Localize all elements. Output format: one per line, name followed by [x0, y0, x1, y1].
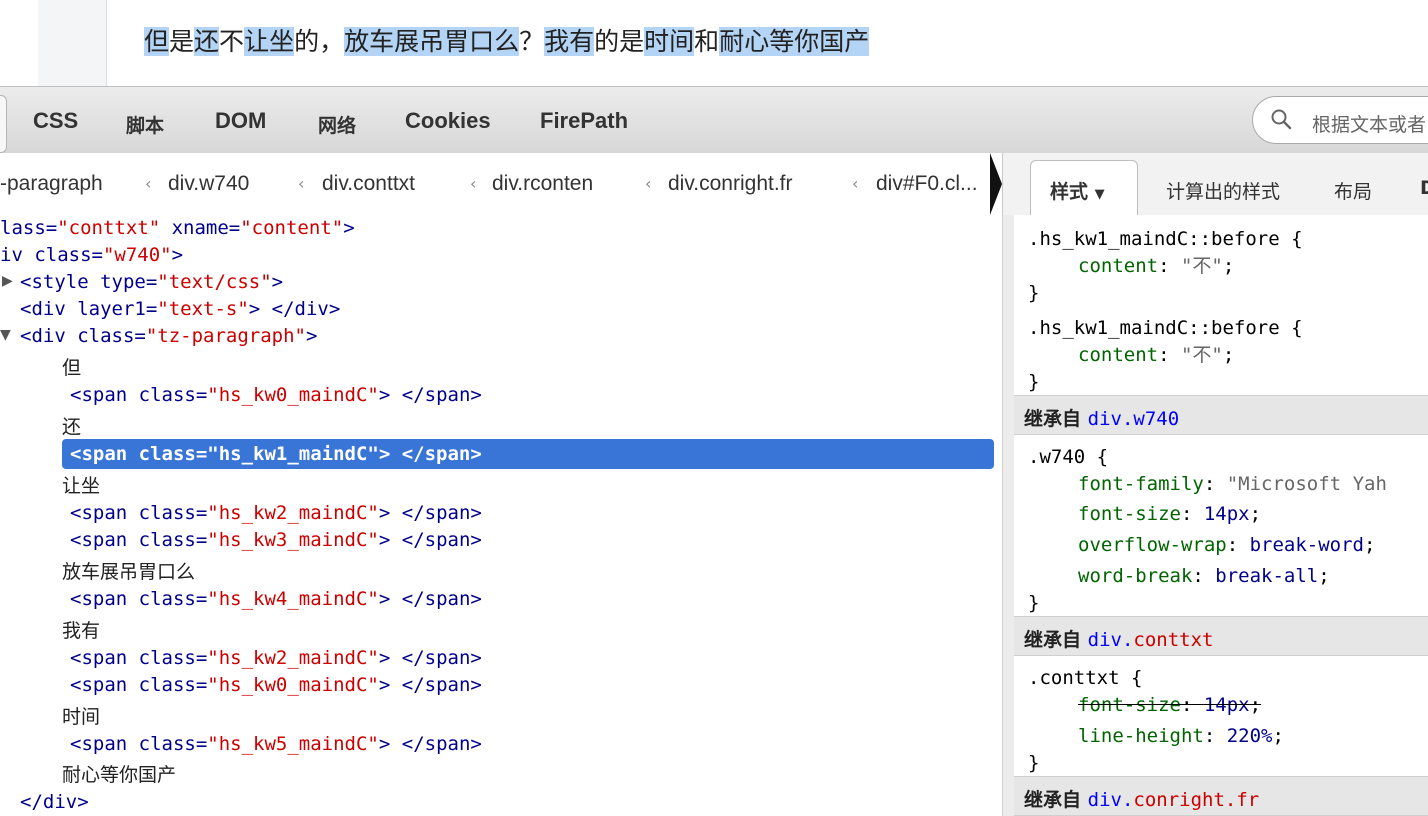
- breadcrumb-item[interactable]: div.conright.fr: [668, 172, 793, 196]
- breadcrumb-item[interactable]: div.w740: [168, 172, 249, 196]
- css-close: }: [1028, 752, 1040, 774]
- css-property[interactable]: line-height: 220%;: [1078, 724, 1284, 748]
- css-property[interactable]: content: "不";: [1078, 254, 1234, 278]
- highlighted-text: 还: [194, 27, 220, 56]
- tree-text-node[interactable]: 但: [62, 356, 81, 380]
- css-close: }: [1028, 371, 1040, 393]
- css-property[interactable]: content: "不";: [1078, 343, 1234, 367]
- tree-text-node[interactable]: 让坐: [62, 474, 100, 498]
- tab-styles-label: 样式 ▼: [1050, 181, 1105, 203]
- tab-dom[interactable]: DOM: [215, 108, 266, 134]
- inherited-header: 继承自 div.conright.fr: [1014, 776, 1428, 816]
- search-icon: [1271, 109, 1292, 130]
- tree-node[interactable]: <span class="hs_kw2_maindC"> </span>: [70, 646, 482, 670]
- paragraph-segment: 不: [219, 27, 245, 56]
- inherited-link[interactable]: div.conright.fr: [1088, 789, 1260, 811]
- paragraph-segment: 的，: [294, 27, 345, 56]
- css-selector[interactable]: .conttxt {: [1028, 666, 1142, 690]
- paragraph-segment: ？: [519, 27, 545, 56]
- chevron-down-icon: ▼: [1094, 187, 1105, 202]
- tree-node[interactable]: lass="conttxt" xname="content">: [0, 216, 355, 240]
- css-close: }: [1028, 592, 1040, 614]
- css-selector[interactable]: .hs_kw1_maindC::before {: [1028, 227, 1303, 251]
- highlighted-text: 我有: [544, 27, 595, 56]
- tree-text-node[interactable]: 耐心等你国产: [62, 763, 176, 787]
- highlighted-text: 耐心等你国产: [719, 27, 870, 56]
- tree-node[interactable]: <style type="text/css">: [20, 270, 283, 294]
- paragraph-segment: 和: [694, 27, 720, 56]
- tab-computed[interactable]: 计算出的样式: [1166, 177, 1280, 204]
- inherited-link[interactable]: div.w740: [1088, 408, 1180, 430]
- tree-node[interactable]: <div class="tz-paragraph">: [20, 324, 317, 348]
- css-selector[interactable]: .w740 {: [1028, 445, 1108, 469]
- css-selector[interactable]: .hs_kw1_maindC::before {: [1028, 316, 1303, 340]
- inherited-header: 继承自 div.conttxt: [1014, 616, 1428, 656]
- highlighted-text: 放车展吊胃口么: [344, 27, 520, 56]
- paragraph-segment: 的是: [594, 27, 645, 56]
- paragraph-text: 但是还不让坐的，放车展吊胃口么？我有的是时间和耐心等你国产: [144, 22, 870, 62]
- page-content: 但是还不让坐的，放车展吊胃口么？我有的是时间和耐心等你国产: [0, 0, 1428, 86]
- expand-arrow-icon[interactable]: ▶: [2, 273, 13, 289]
- highlighted-text: 让坐: [244, 27, 295, 56]
- tab-css[interactable]: CSS: [33, 108, 78, 134]
- scroll-right-icon[interactable]: [990, 153, 1002, 215]
- css-close: }: [1028, 282, 1040, 304]
- tree-text-node[interactable]: 我有: [62, 619, 100, 643]
- css-property[interactable]: word-break: break-all;: [1078, 564, 1330, 588]
- tree-node[interactable]: <span class="hs_kw3_maindC"> </span>: [70, 528, 482, 552]
- breadcrumb-item[interactable]: div#F0.cl...: [876, 172, 978, 196]
- breadcrumb-item[interactable]: -paragraph: [0, 172, 103, 196]
- tab-net[interactable]: 网络: [318, 111, 356, 138]
- chevron-left-icon: ‹: [645, 174, 652, 193]
- collapse-arrow-icon[interactable]: ▼: [0, 327, 11, 343]
- chevron-left-icon: ‹: [298, 174, 305, 193]
- page-gutter: [38, 0, 107, 86]
- tree-text-node[interactable]: 放车展吊胃口么: [62, 560, 195, 584]
- tab-script[interactable]: 脚本: [126, 111, 164, 138]
- inherited-header: 继承自 div.w740: [1014, 395, 1428, 435]
- highlighted-text: 时间: [644, 27, 695, 56]
- tree-text-node[interactable]: 还: [62, 415, 81, 439]
- css-property[interactable]: font-family: "Microsoft Yah: [1078, 472, 1387, 496]
- tree-node-close[interactable]: </div>: [20, 790, 89, 814]
- inherited-link[interactable]: div.conttxt: [1088, 629, 1214, 651]
- tree-node[interactable]: <span class="hs_kw5_maindC"> </span>: [70, 732, 482, 756]
- tab-cookies[interactable]: Cookies: [405, 108, 491, 134]
- tree-node[interactable]: <span class="hs_kw0_maindC"> </span>: [70, 383, 482, 407]
- paragraph-segment: 是: [169, 27, 195, 56]
- tree-node[interactable]: <div layer1="text-s"> </div>: [20, 297, 340, 321]
- tab-layout[interactable]: 布局: [1334, 177, 1372, 204]
- tab-more[interactable]: D: [1420, 177, 1428, 199]
- tree-text-node[interactable]: 时间: [62, 705, 100, 729]
- tab-html-edge[interactable]: [0, 95, 7, 153]
- breadcrumb-item[interactable]: div.rconten: [492, 172, 593, 196]
- tree-node[interactable]: <span class="hs_kw0_maindC"> </span>: [70, 673, 482, 697]
- tab-firepath[interactable]: FirePath: [540, 108, 628, 134]
- tree-node[interactable]: iv class="w740">: [0, 243, 183, 267]
- css-property[interactable]: overflow-wrap: break-word;: [1078, 533, 1375, 557]
- chevron-left-icon: ‹: [852, 174, 859, 193]
- highlighted-text: 但: [144, 27, 170, 56]
- tree-node-selected[interactable]: <span class="hs_kw1_maindC"> </span>: [70, 442, 482, 466]
- css-property-overridden[interactable]: font-size: 14px;: [1078, 693, 1261, 717]
- chevron-left-icon: ‹: [145, 174, 152, 193]
- search-placeholder: 根据文本或者: [1312, 114, 1427, 136]
- chevron-left-icon: ‹: [470, 174, 477, 193]
- tree-node[interactable]: <span class="hs_kw4_maindC"> </span>: [70, 587, 482, 611]
- css-property[interactable]: font-size: 14px;: [1078, 502, 1261, 526]
- tree-node[interactable]: <span class="hs_kw2_maindC"> </span>: [70, 501, 482, 525]
- breadcrumb-item[interactable]: div.conttxt: [322, 172, 415, 196]
